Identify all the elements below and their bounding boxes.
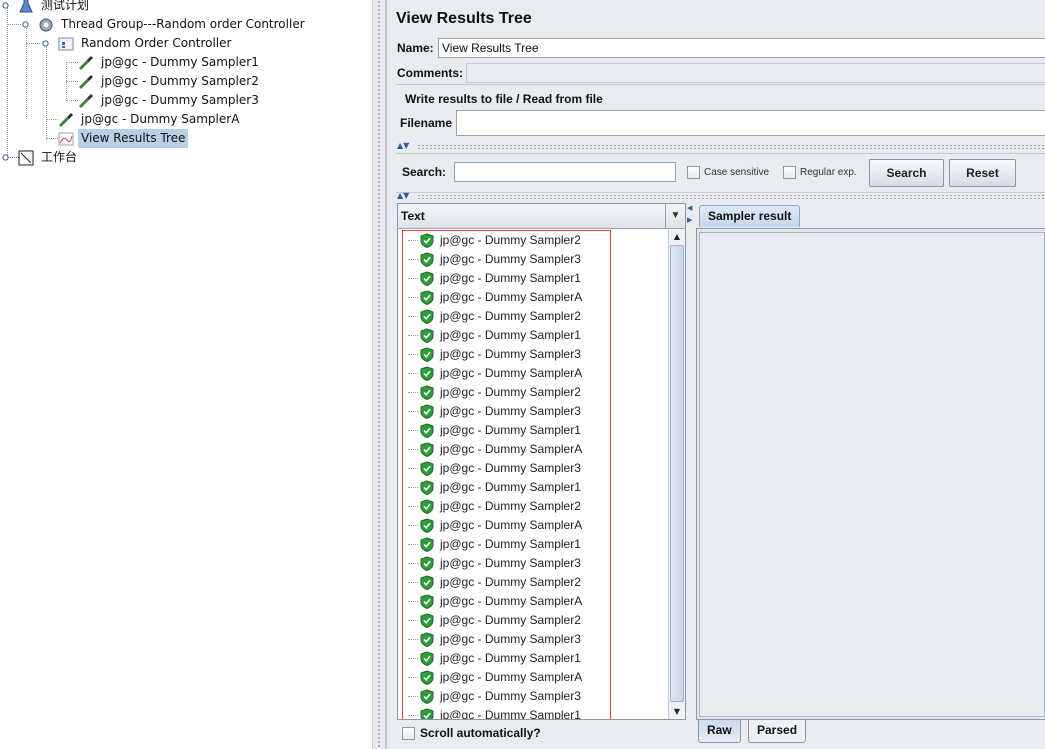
- tab-raw[interactable]: Raw: [698, 720, 741, 743]
- highlight-box: [402, 230, 611, 719]
- tree-connector: [46, 119, 58, 120]
- tree-node-random-order-controller[interactable]: Random Order Controller: [58, 34, 234, 53]
- scroll-automatically-label: Scroll automatically?: [420, 726, 541, 740]
- search-button[interactable]: Search: [869, 159, 944, 187]
- graph-icon: [58, 132, 74, 145]
- expand-handle-icon[interactable]: [22, 21, 29, 28]
- tree-node-samplerA[interactable]: jp@gc - Dummy SamplerA: [58, 110, 242, 129]
- scroll-automatically-checkbox[interactable]: [402, 727, 415, 740]
- sampler-result-area: [696, 228, 1045, 720]
- scroll-up-icon[interactable]: ▲: [669, 230, 685, 244]
- renderer-selector-label: Text: [401, 209, 425, 223]
- tree-connector: [46, 46, 47, 138]
- view-results-tree-panel: View Results Tree Name: View Results Tre…: [386, 0, 1045, 749]
- file-group-legend: Write results to file / Read from file: [403, 92, 605, 106]
- collapse-arrows-icon[interactable]: ▲▼: [397, 192, 409, 200]
- divider-grip[interactable]: [417, 144, 1045, 150]
- divider-grip[interactable]: [417, 194, 1045, 200]
- split-arrow-icon[interactable]: ◀: [687, 205, 692, 212]
- scroll-down-icon[interactable]: ▼: [669, 705, 685, 719]
- dropper-icon: [58, 112, 74, 127]
- tree-node-label: Thread Group---Random order Controller: [61, 17, 305, 31]
- dropper-icon: [78, 93, 94, 108]
- tree-node-workbench[interactable]: 工作台: [18, 148, 80, 167]
- tree-node-label: View Results Tree: [78, 129, 189, 148]
- comments-label: Comments:: [397, 66, 464, 80]
- chevron-down-icon[interactable]: ▼: [665, 204, 685, 228]
- results-scrollbar[interactable]: ▲ ▼: [668, 230, 685, 719]
- regex-label: Regular exp.: [800, 167, 857, 178]
- tree-node-label: jp@gc - Dummy Sampler1: [101, 55, 259, 69]
- collapse-arrows-icon[interactable]: ▲▼: [397, 142, 409, 150]
- dropper-icon: [78, 55, 94, 70]
- tree-connector: [7, 6, 8, 157]
- tree-node-label: jp@gc - Dummy Sampler2: [101, 74, 259, 88]
- tree-connector: [46, 138, 58, 139]
- tree-connector: [66, 81, 78, 82]
- controller-icon: [58, 37, 74, 50]
- reset-button[interactable]: Reset: [949, 159, 1016, 187]
- tree-connector: [26, 43, 40, 44]
- tree-connector: [26, 26, 27, 119]
- tree-node-sampler1[interactable]: jp@gc - Dummy Sampler1: [78, 53, 262, 72]
- case-sensitive-checkbox[interactable]: [687, 166, 700, 179]
- comments-input[interactable]: [466, 63, 1045, 83]
- expand-handle-icon[interactable]: [2, 2, 9, 9]
- search-label: Search:: [402, 165, 447, 179]
- tree-node-label: 测试计划: [41, 0, 90, 12]
- split-arrow-icon[interactable]: ▶: [687, 217, 692, 224]
- test-plan-tree: 测试计划 Thread Group---Random order Control…: [0, 0, 372, 749]
- tree-node-view-results-tree[interactable]: View Results Tree: [58, 129, 189, 148]
- tree-node-label: 工作台: [41, 150, 78, 164]
- filename-input[interactable]: [456, 110, 1045, 136]
- tree-node-thread-group[interactable]: Thread Group---Random order Controller: [38, 15, 308, 34]
- scroll-thumb[interactable]: [670, 245, 684, 702]
- panel-splitter[interactable]: [372, 0, 386, 749]
- tree-node-sampler3[interactable]: jp@gc - Dummy Sampler3: [78, 91, 262, 110]
- workbench-icon: [18, 150, 34, 165]
- expand-handle-icon[interactable]: [42, 40, 49, 47]
- results-rows: jp@gc - Dummy Sampler2 jp@gc - Dummy Samp…: [398, 230, 668, 719]
- name-input[interactable]: View Results Tree: [438, 38, 1045, 58]
- tree-node-label: Random Order Controller: [81, 36, 232, 50]
- search-input[interactable]: [454, 162, 676, 182]
- expand-handle-icon[interactable]: [2, 154, 9, 161]
- gear-icon: [39, 18, 53, 31]
- filename-label: Filename: [400, 116, 453, 130]
- page-title: View Results Tree: [396, 10, 532, 27]
- tree-node-sampler2[interactable]: jp@gc - Dummy Sampler2: [78, 72, 262, 91]
- splitter-grip: [377, 0, 381, 749]
- dropper-icon: [78, 74, 94, 89]
- renderer-selector[interactable]: Text ▼: [398, 204, 685, 229]
- flask-icon: [19, 0, 33, 12]
- tree-connector: [7, 24, 21, 25]
- tree-connector: [66, 100, 78, 101]
- results-list: Text ▼ jp@gc - Dummy Sampler2 jp@gc - Dum…: [397, 203, 686, 720]
- tab-sampler-result[interactable]: Sampler result: [699, 205, 801, 227]
- name-label: Name:: [397, 41, 434, 55]
- sampler-result-content: [699, 232, 1045, 717]
- tree-connector: [66, 62, 78, 63]
- tab-parsed[interactable]: Parsed: [748, 720, 807, 743]
- case-sensitive-label: Case sensitive: [704, 167, 770, 178]
- result-splitter[interactable]: ◀ ▶: [687, 203, 695, 743]
- regex-checkbox[interactable]: [783, 166, 796, 179]
- tree-node-test-plan[interactable]: 测试计划: [18, 0, 92, 15]
- tree-node-label: jp@gc - Dummy Sampler3: [101, 93, 259, 107]
- tree-node-label: jp@gc - Dummy SamplerA: [81, 112, 240, 126]
